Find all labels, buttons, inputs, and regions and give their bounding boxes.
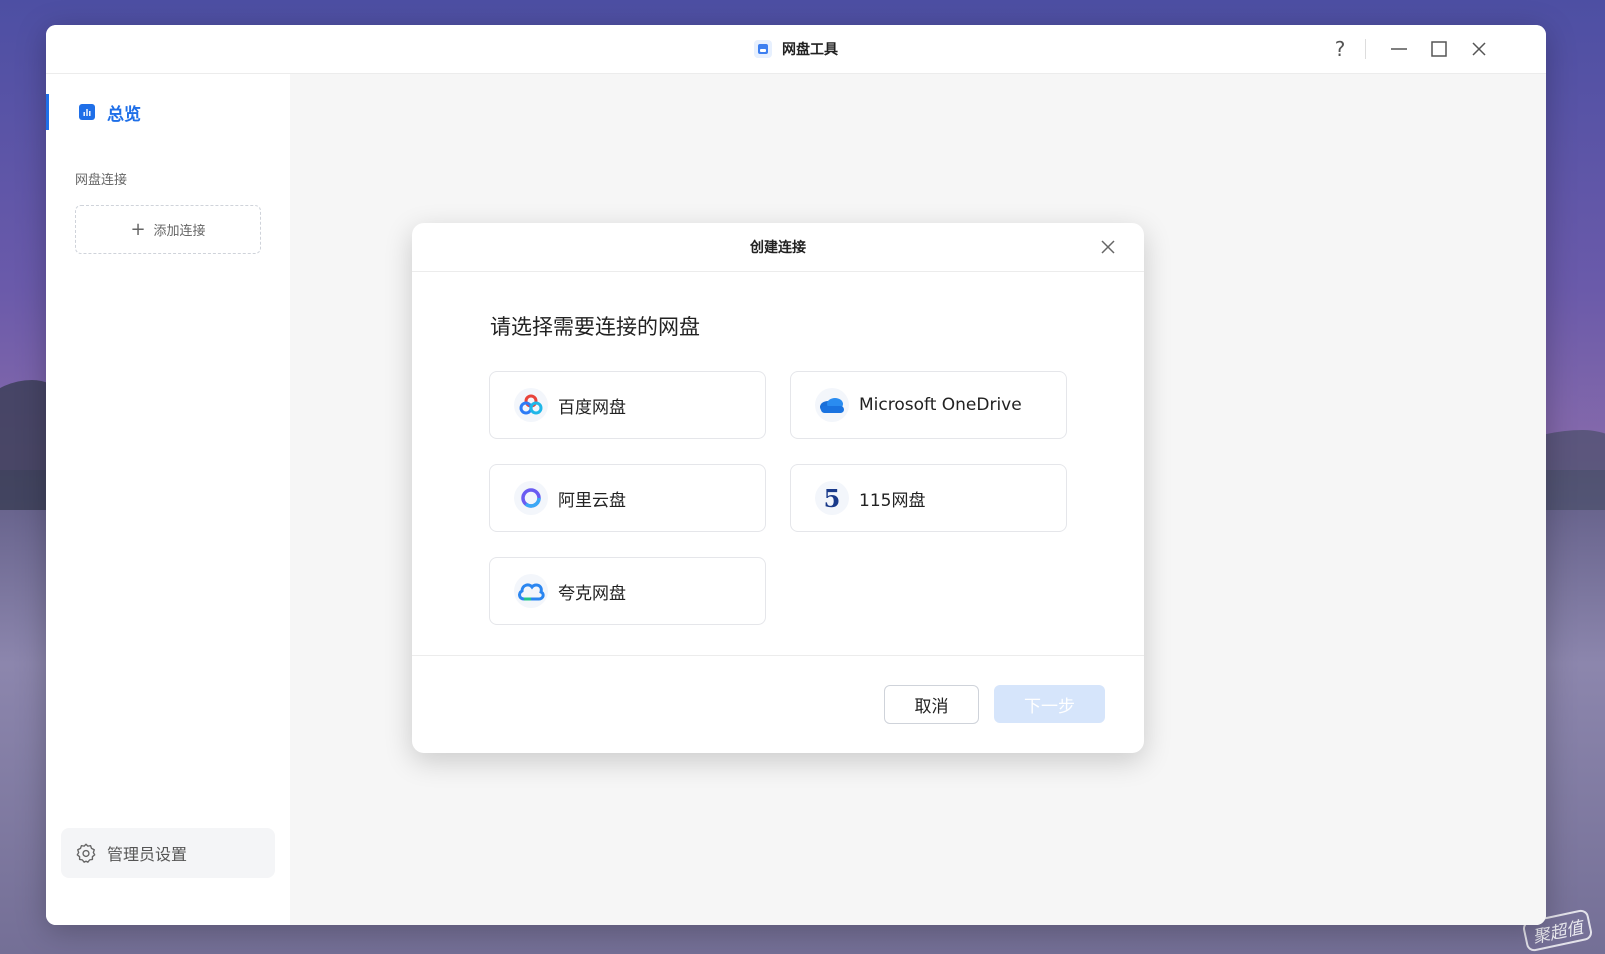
create-connection-dialog: 创建连接 请选择需要连接的网盘 百度网盘 Microsoft OneDrive … xyxy=(412,223,1144,753)
baidu-netdisk-icon xyxy=(514,388,548,422)
close-button[interactable] xyxy=(1465,35,1493,63)
aliyun-drive-icon xyxy=(514,481,548,515)
help-icon: ? xyxy=(1334,37,1346,61)
window-title: 网盘工具 xyxy=(782,42,838,58)
onedrive-icon xyxy=(815,388,849,422)
115-netdisk-icon: 5 xyxy=(815,481,849,515)
close-icon xyxy=(1101,240,1115,254)
admin-settings-button[interactable]: 管理员设置 xyxy=(61,828,275,878)
titlebar-divider xyxy=(1365,39,1366,59)
dialog-header: 创建连接 xyxy=(412,223,1144,272)
minimize-icon xyxy=(1391,48,1407,50)
maximize-icon xyxy=(1431,41,1447,57)
maximize-button[interactable] xyxy=(1425,35,1453,63)
plus-icon: + xyxy=(130,218,146,240)
admin-settings-label: 管理员设置 xyxy=(107,845,188,864)
sidebar: 总览 网盘连接 + 添加连接 管理员设置 xyxy=(46,74,291,925)
sidebar-item-overview[interactable]: 总览 xyxy=(46,92,290,132)
add-connection-button[interactable]: + 添加连接 xyxy=(75,205,261,254)
provider-name: 百度网盘 xyxy=(558,397,626,418)
provider-name: 阿里云盘 xyxy=(558,490,626,511)
provider-card-baidu[interactable]: 百度网盘 xyxy=(489,371,766,439)
help-button[interactable]: ? xyxy=(1326,35,1354,63)
provider-name: 夸克网盘 xyxy=(558,583,626,604)
cancel-button[interactable]: 取消 xyxy=(884,685,979,724)
gear-icon xyxy=(76,843,96,863)
provider-card-115[interactable]: 5 115网盘 xyxy=(790,464,1067,532)
provider-name: 115网盘 xyxy=(859,490,926,511)
next-step-button[interactable]: 下一步 xyxy=(994,685,1105,723)
title-bar: 网盘工具 ? xyxy=(46,25,1546,74)
section-heading: 网盘连接 xyxy=(75,173,128,188)
dialog-close-button[interactable] xyxy=(1096,235,1120,259)
quark-netdisk-icon xyxy=(514,574,548,608)
close-icon xyxy=(1472,42,1486,56)
dialog-title: 创建连接 xyxy=(750,240,806,256)
active-indicator xyxy=(46,94,49,130)
provider-card-quark[interactable]: 夸克网盘 xyxy=(489,557,766,625)
minimize-button[interactable] xyxy=(1385,35,1413,63)
dialog-footer-divider xyxy=(412,655,1144,656)
app-drive-icon xyxy=(754,40,772,58)
dashboard-icon xyxy=(79,104,95,120)
title-wrap: 网盘工具 xyxy=(46,25,1546,73)
provider-card-aliyun[interactable]: 阿里云盘 xyxy=(489,464,766,532)
provider-card-onedrive[interactable]: Microsoft OneDrive xyxy=(790,371,1067,439)
add-connection-label: 添加连接 xyxy=(153,224,206,239)
dialog-prompt: 请选择需要连接的网盘 xyxy=(490,315,700,339)
provider-name: Microsoft OneDrive xyxy=(859,395,1022,415)
sidebar-item-label: 总览 xyxy=(107,104,141,125)
